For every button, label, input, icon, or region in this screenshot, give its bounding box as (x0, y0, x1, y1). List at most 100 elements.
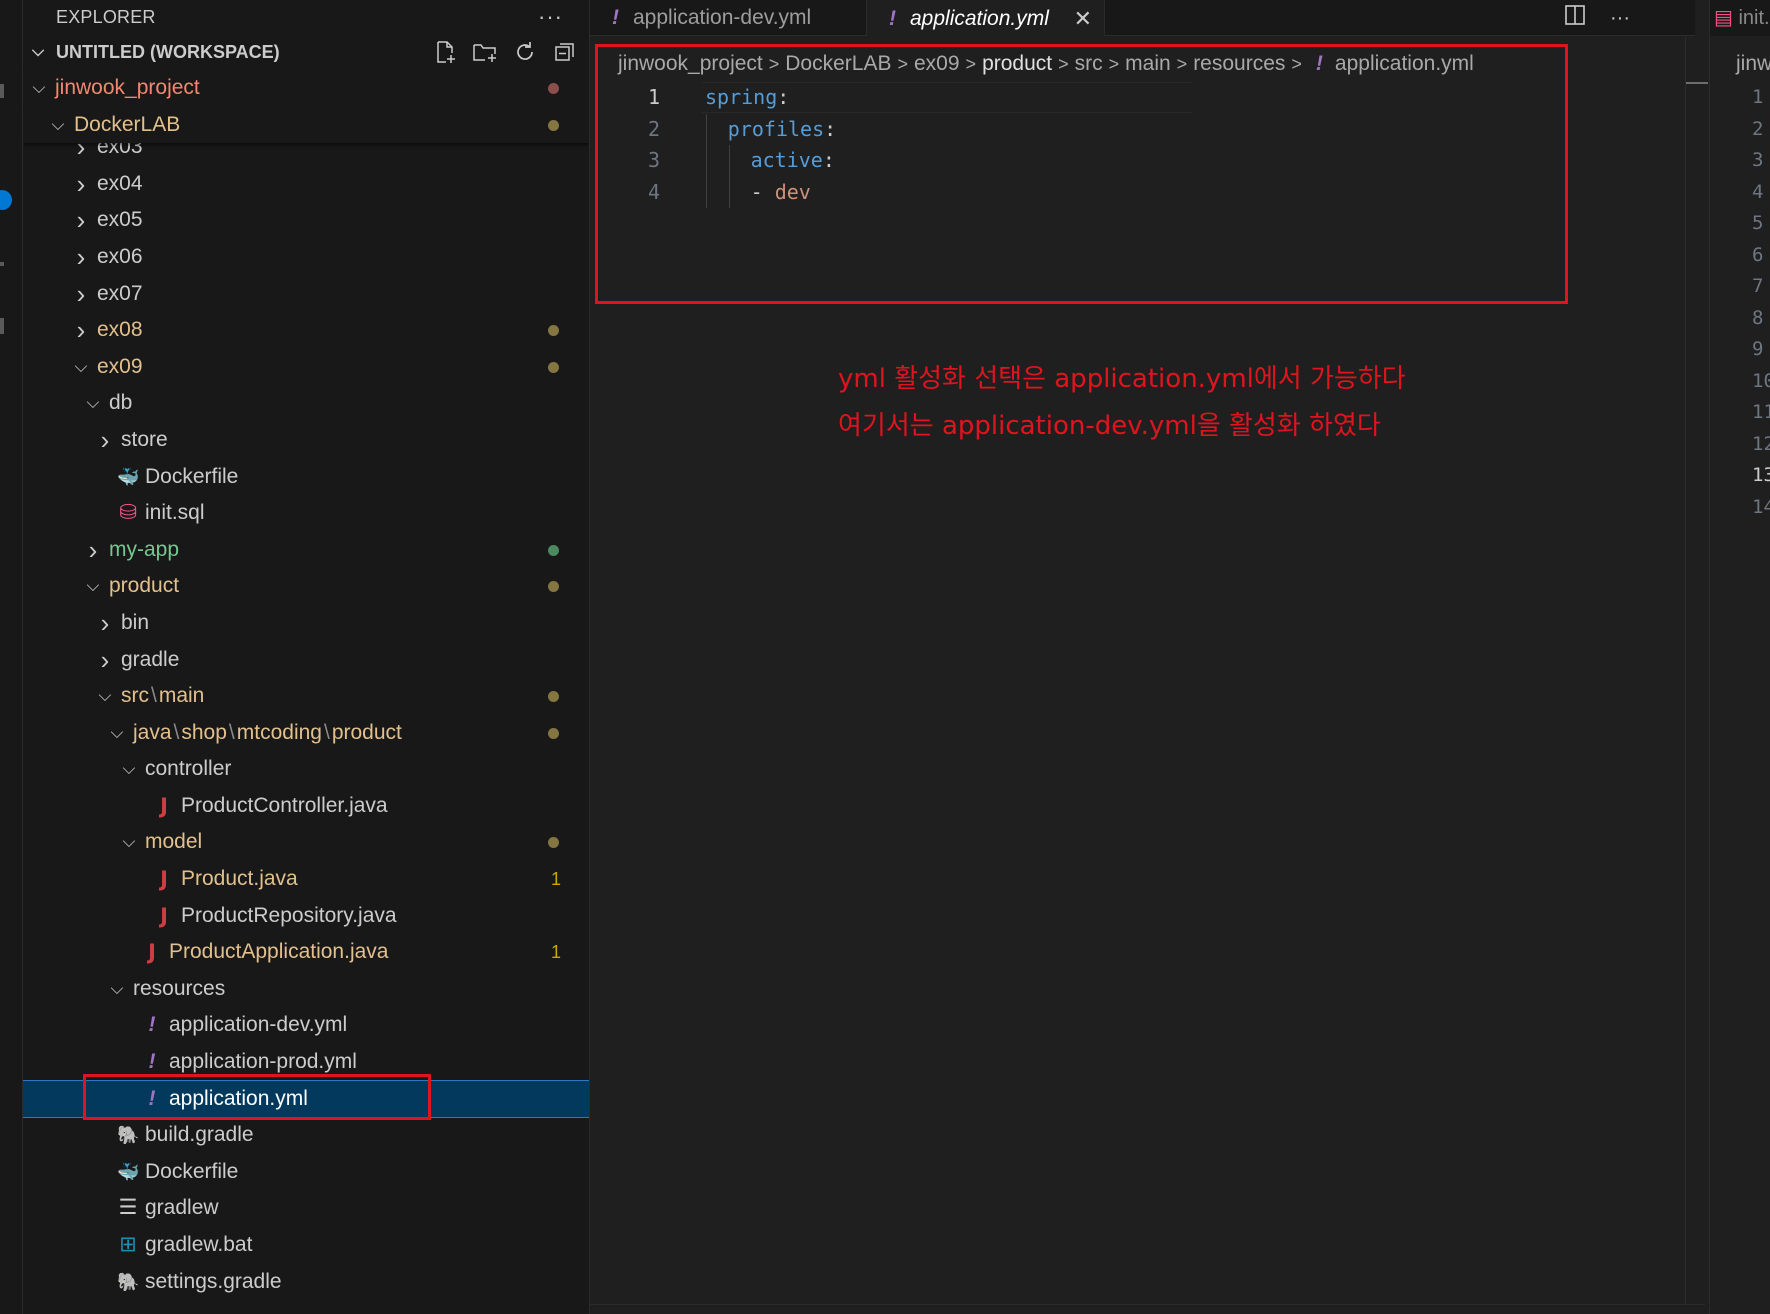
tree-item[interactable]: ⌵ java\shop\mtcoding\product (23, 715, 589, 752)
chevron-down-icon[interactable]: ⌵ (31, 70, 47, 107)
chevron-right-icon[interactable]: › (73, 202, 89, 239)
tree-item[interactable]: ⛁ init.sql (23, 495, 589, 532)
editor-area: ! application-dev.yml ! application.yml ✕ … (590, 0, 1695, 1314)
breadcrumb-item[interactable]: ex09 (914, 52, 960, 75)
activity-icon-fragment[interactable] (0, 318, 4, 334)
close-icon[interactable]: ✕ (1074, 1, 1092, 37)
tree-item[interactable]: J ProductRepository.java (23, 898, 589, 935)
tree-item[interactable]: › my-app (23, 532, 589, 569)
chevron-down-icon[interactable]: ⌵ (73, 349, 89, 386)
tab-application-yml[interactable]: ! application.yml ✕ (867, 0, 1105, 36)
chevron-down-icon[interactable]: ⌵ (109, 971, 125, 1008)
line-number: 4 (647, 179, 660, 204)
tree-item[interactable]: ⊞ gradlew.bat (23, 1227, 589, 1264)
annotation-text: yml 활성화 선택은 application.yml에서 가능하다 여기서는 … (838, 356, 1538, 450)
tree-item[interactable]: › ex08 (23, 312, 589, 349)
tree-item[interactable]: J ProductController.java (23, 788, 589, 825)
split-editor-icon[interactable] (1564, 4, 1586, 32)
more-actions-icon[interactable]: ··· (538, 0, 563, 34)
more-actions-icon[interactable]: ··· (1610, 7, 1630, 30)
tree-item[interactable]: ⌵ resources (23, 971, 589, 1008)
tree-item[interactable]: › bin (23, 605, 589, 642)
tree-item[interactable]: › ex04 (23, 166, 589, 203)
tree-item[interactable]: › gradle (23, 642, 589, 679)
indent-guide (706, 113, 707, 145)
breadcrumb-item[interactable]: DockerLAB (785, 52, 891, 75)
new-folder-icon[interactable] (471, 38, 499, 66)
line-number: 4 (1752, 180, 1764, 203)
tree-item[interactable]: ⌵ jinwook_project (23, 70, 589, 107)
minimap[interactable] (1685, 36, 1709, 1314)
refresh-icon[interactable] (511, 38, 539, 66)
tree-item[interactable]: › ex06 (23, 239, 589, 276)
breadcrumb-item[interactable]: resources (1193, 52, 1285, 75)
chevron-right-icon[interactable]: › (73, 312, 89, 349)
chevron-right-icon[interactable]: › (85, 532, 101, 569)
line-number: 1 (647, 85, 660, 109)
tree-item[interactable]: 🐳 Dockerfile (23, 1154, 589, 1191)
chevron-down-icon[interactable]: ⌵ (85, 568, 101, 605)
chevron-down-icon[interactable]: ⌵ (121, 751, 137, 788)
breadcrumb-item[interactable]: jinwook_project (618, 52, 763, 75)
activity-bar (0, 0, 23, 1314)
tree-item[interactable]: ⌵ ex09 (23, 349, 589, 386)
tree-item[interactable]: 🐘 settings.gradle (23, 1264, 589, 1301)
tree-item[interactable]: ⌵ model (23, 824, 589, 861)
tab-init-sql[interactable]: ▤ init.s (1710, 0, 1770, 36)
tree-item[interactable]: › ex07 (23, 276, 589, 313)
line-number: 5 (1752, 212, 1764, 234)
code-line[interactable]: 4 - dev (590, 176, 1680, 208)
code-line[interactable]: 2 profiles: (590, 113, 1680, 145)
code-line[interactable]: 3 active: (590, 145, 1680, 177)
tree-item[interactable]: ⌵ DockerLAB (23, 106, 589, 144)
tree-item[interactable]: ! application.yml (23, 1079, 589, 1119)
tree-item-label: DockerLAB (74, 112, 181, 136)
tree-item[interactable]: ! application-dev.yml (23, 1007, 589, 1044)
chevron-right-icon[interactable]: › (73, 239, 89, 276)
breadcrumb-item[interactable]: main (1125, 52, 1171, 75)
collapse-all-icon[interactable] (551, 38, 579, 66)
breadcrumb-item[interactable]: jinw (1736, 46, 1770, 82)
breadcrumb-file[interactable]: application.yml (1335, 52, 1474, 75)
tree-item[interactable]: 🐘 build.gradle (23, 1117, 589, 1154)
tree-item[interactable]: ☰ gradlew (23, 1190, 589, 1227)
workspace-header[interactable]: ⌵ UNTITLED (WORKSPACE) (23, 34, 589, 70)
chevron-right-icon: > (1176, 54, 1188, 74)
line-number: 10 (1752, 369, 1770, 392)
tree-item[interactable]: ⌵ controller (23, 751, 589, 788)
chevron-right-icon[interactable]: › (73, 276, 89, 313)
indent-guide (728, 176, 730, 208)
chevron-right-icon[interactable]: › (97, 642, 113, 679)
breadcrumb-item[interactable]: product (982, 52, 1052, 75)
chevron-down-icon[interactable]: ⌵ (121, 824, 137, 861)
chevron-down-icon[interactable]: ⌵ (50, 107, 66, 144)
horizontal-scrollbar[interactable] (590, 1304, 1705, 1314)
code-line[interactable]: 1 spring: (590, 82, 1680, 114)
activity-icon-fragment[interactable] (0, 84, 4, 98)
tree-item-label: jinwook_project (55, 76, 200, 99)
tree-item[interactable]: J Product.java 1 (23, 861, 589, 898)
tree-item[interactable]: ⌵ src\main (23, 678, 589, 715)
tree-item[interactable]: ⌵ product (23, 568, 589, 605)
chevron-down-icon[interactable]: ⌵ (85, 385, 101, 422)
chevron-right-icon[interactable]: › (97, 422, 113, 459)
java-file-icon: J (148, 940, 156, 965)
chevron-right-icon[interactable]: › (73, 166, 89, 203)
code-editor[interactable]: 1 spring: 2 profiles: 3 active: 4 - dev (590, 82, 1680, 208)
tab-application-dev-yml[interactable]: ! application-dev.yml (590, 0, 867, 36)
chevron-right-icon[interactable]: › (97, 605, 113, 642)
chevron-down-icon[interactable]: ⌵ (97, 678, 113, 715)
chevron-down-icon[interactable]: ⌵ (109, 715, 125, 752)
windows-icon: ⊞ (119, 1233, 137, 1256)
tree-item[interactable]: ⌵ db (23, 385, 589, 422)
tree-item[interactable]: J ProductApplication.java 1 (23, 934, 589, 971)
tree-item[interactable]: › store (23, 422, 589, 459)
tree-item[interactable]: › ex05 (23, 202, 589, 239)
git-status-dot (548, 837, 559, 849)
tree-item[interactable]: 🐳 Dockerfile (23, 459, 589, 496)
tree-item[interactable]: ! application-prod.yml (23, 1044, 589, 1081)
git-status-dot (548, 83, 559, 94)
activity-icon-fragment[interactable] (0, 262, 4, 266)
breadcrumb-item[interactable]: src (1075, 52, 1103, 75)
new-file-icon[interactable] (431, 38, 459, 66)
